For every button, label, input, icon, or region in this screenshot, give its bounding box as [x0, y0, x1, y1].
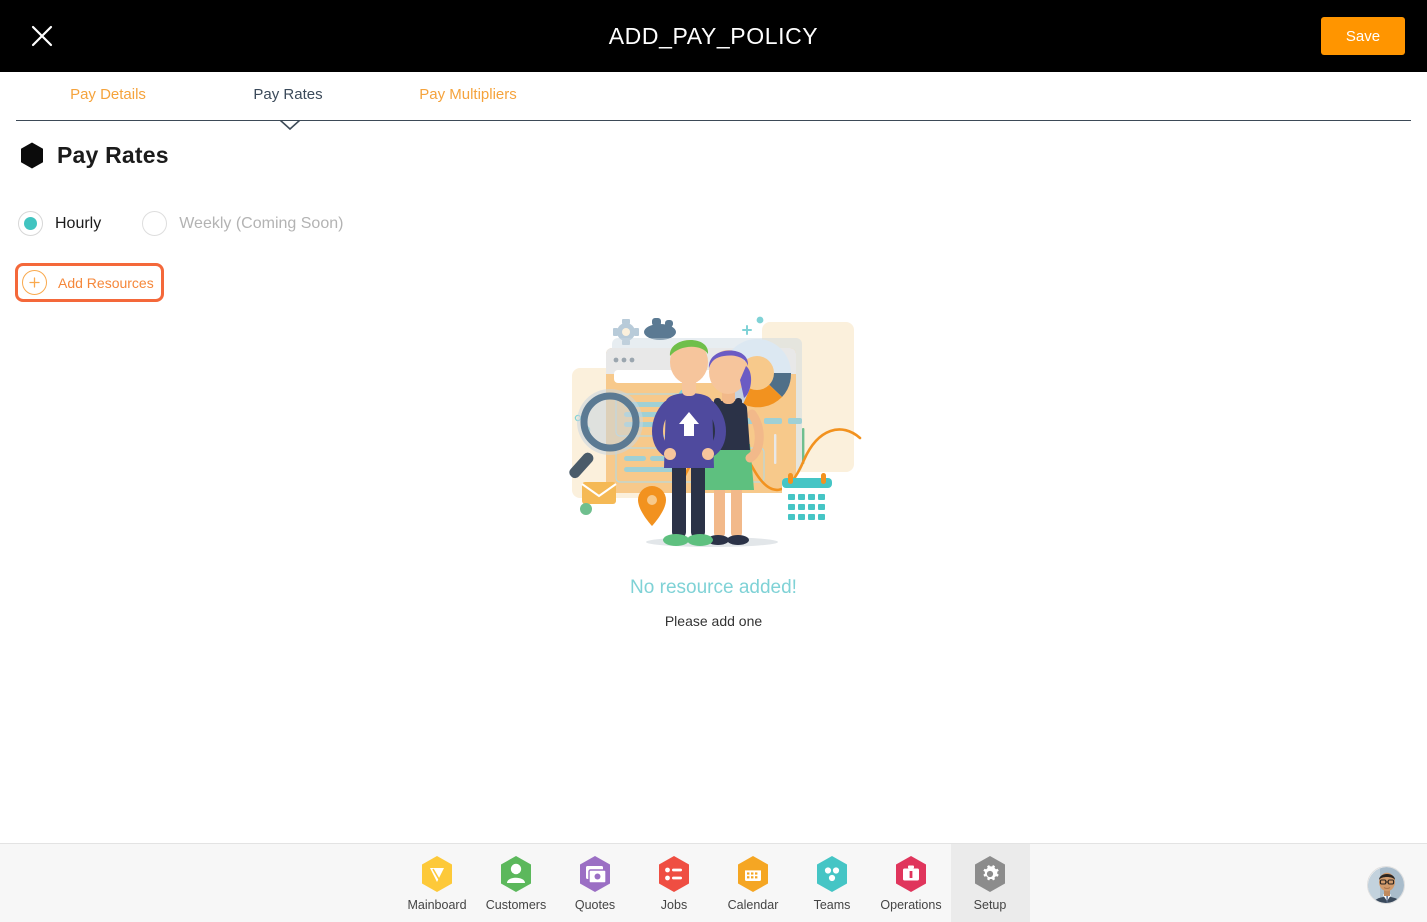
user-avatar[interactable] [1367, 866, 1405, 904]
nav-item-operations[interactable]: Operations [872, 844, 951, 922]
operations-icon [896, 856, 926, 892]
calendar-icon [738, 856, 768, 892]
radio-selected-icon [18, 211, 43, 236]
nav-item-setup[interactable]: Setup [950, 844, 1030, 922]
teams-icon [817, 856, 847, 892]
empty-state-subtitle: Please add one [664, 613, 763, 629]
top-bar: ADD_PAY_POLICY Save [0, 0, 1427, 72]
team-analytics-illustration [568, 316, 861, 547]
nav-item-teams[interactable]: Teams [793, 844, 872, 922]
nav-item-calendar[interactable]: Calendar [714, 844, 793, 922]
setup-gear-icon [975, 856, 1005, 892]
nav-label-teams: Teams [813, 898, 851, 912]
tab-divider [16, 120, 1411, 121]
radio-weekly[interactable]: Weekly (Coming Soon) [142, 211, 343, 236]
quotes-icon [580, 856, 610, 892]
radio-hourly-label: Hourly [55, 214, 102, 232]
add-resources-label: Add Resources [58, 274, 154, 291]
tab-pay-rates[interactable]: Pay Rates [216, 86, 360, 103]
rate-type-radio-group: Hourly Weekly (Coming Soon) [18, 211, 343, 236]
page-title: ADD_PAY_POLICY [608, 22, 819, 49]
customers-icon [501, 856, 531, 892]
save-button[interactable]: Save [1321, 17, 1405, 55]
radio-weekly-label: Weekly (Coming Soon) [179, 214, 344, 232]
add-resources-highlight: Add Resources [15, 263, 164, 302]
section-header: Pay Rates [20, 142, 169, 169]
hexagon-icon [21, 142, 43, 169]
nav-label-mainboard: Mainboard [407, 898, 467, 912]
empty-state-title: No resource added! [630, 577, 797, 598]
section-title: Pay Rates [57, 142, 169, 168]
nav-item-quotes[interactable]: Quotes [556, 844, 635, 922]
plus-circle-icon [22, 270, 47, 295]
empty-state: No resource added! Please add one [0, 310, 1427, 629]
nav-item-customers[interactable]: Customers [477, 844, 556, 922]
nav-label-operations: Operations [880, 898, 942, 912]
bottom-nav: Mainboard Customers Quotes Jobs Calendar… [0, 844, 1427, 922]
nav-item-jobs[interactable]: Jobs [635, 844, 714, 922]
radio-unselected-icon [142, 211, 168, 236]
tab-pay-multipliers[interactable]: Pay Multipliers [396, 86, 540, 103]
chevron-down-icon [279, 120, 301, 131]
tab-bar: Pay Details Pay Rates Pay Multipliers [0, 72, 1427, 120]
jobs-icon [659, 856, 689, 892]
nav-item-mainboard[interactable]: Mainboard [398, 844, 477, 922]
mainboard-icon [422, 856, 452, 892]
nav-label-jobs: Jobs [660, 898, 688, 912]
add-resources-button[interactable]: Add Resources [20, 268, 158, 297]
nav-label-calendar: Calendar [727, 898, 779, 912]
nav-label-customers: Customers [485, 898, 547, 912]
radio-hourly[interactable]: Hourly [18, 211, 101, 236]
nav-label-setup: Setup [973, 898, 1007, 912]
tab-pay-details[interactable]: Pay Details [36, 86, 180, 103]
nav-label-quotes: Quotes [574, 898, 616, 912]
